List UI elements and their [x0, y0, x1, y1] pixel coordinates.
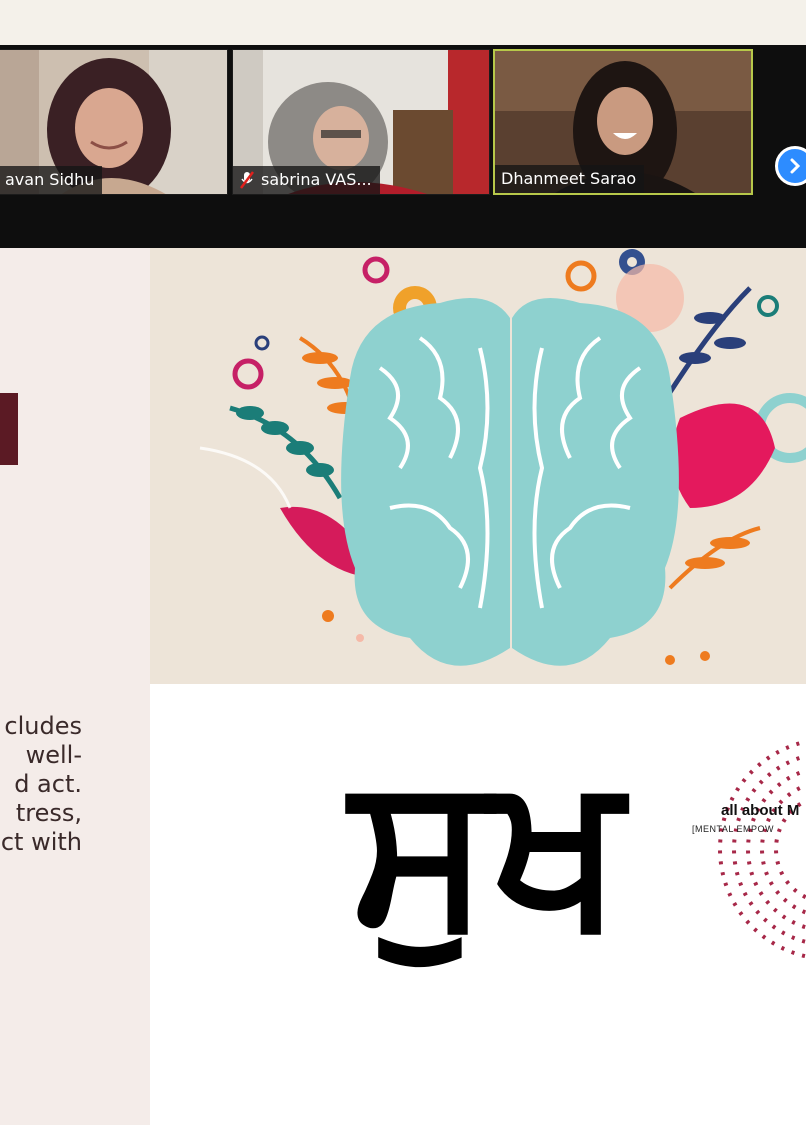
participant-tile-3[interactable]: Dhanmeet Sarao: [493, 49, 753, 195]
body-line: ct with: [0, 828, 82, 856]
logo-panel: ਸੁਖ all about M [MENTAL EMPOW: [150, 684, 806, 1125]
participant-name-3: Dhanmeet Sarao: [501, 169, 637, 188]
mic-muted-icon: [240, 171, 254, 189]
brain-image: [150, 248, 806, 684]
screen: avan Sidhu sabrina VAS... Dhanmeet Sarao…: [0, 0, 806, 1125]
body-line: cludes: [4, 712, 82, 740]
shared-screen: cludes well- d act. tress, ct with ਸੁਖ a…: [0, 248, 806, 1125]
participant-name-1: avan Sidhu: [5, 170, 95, 189]
chevron-right-icon: [790, 158, 801, 174]
slide-body-text: cludes well- d act. tress, ct with: [0, 712, 150, 857]
brand-tagline: [MENTAL EMPOW: [692, 824, 775, 834]
participant-name-2: sabrina VAS...: [261, 170, 372, 189]
slide-text-panel: cludes well- d act. tress, ct with: [0, 248, 150, 1125]
body-line: tress,: [15, 799, 82, 827]
gallery-next-button[interactable]: [775, 146, 806, 186]
participant-name-tag-3: Dhanmeet Sarao: [495, 165, 645, 193]
top-bar: [0, 0, 806, 45]
participant-name-tag-1: avan Sidhu: [0, 166, 103, 194]
participant-tile-2[interactable]: sabrina VAS...: [232, 49, 490, 195]
brand-name: all about M: [721, 802, 800, 819]
brain-illustration: [150, 248, 806, 684]
body-line: d act.: [14, 770, 82, 798]
logo-glyph: ਸੁਖ: [350, 726, 624, 971]
body-line: well-: [25, 741, 82, 769]
slide-title-fragment: [0, 393, 18, 465]
participant-tile-1[interactable]: avan Sidhu: [0, 49, 228, 195]
video-gallery: avan Sidhu sabrina VAS... Dhanmeet Sarao: [0, 45, 806, 248]
participant-name-tag-2: sabrina VAS...: [233, 166, 380, 194]
